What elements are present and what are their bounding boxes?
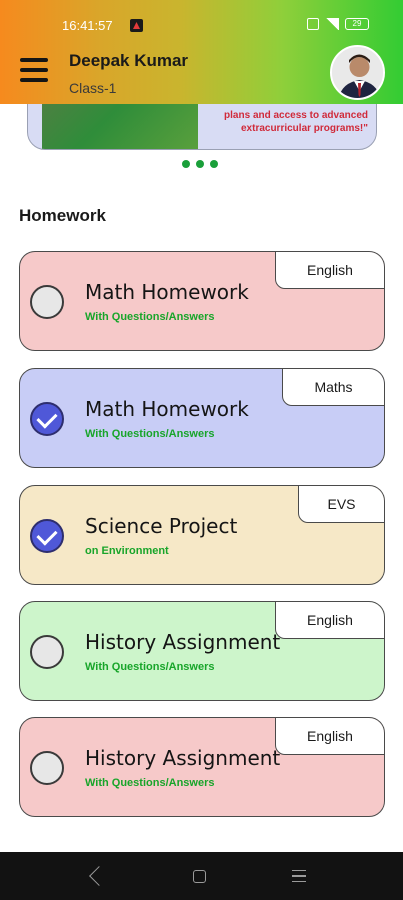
app-header: 16:41:57 29 Deepak Kumar Class-1: [0, 0, 403, 104]
homework-card-5[interactable]: English History Assignment With Question…: [19, 717, 385, 817]
system-icons: 29: [307, 18, 369, 30]
user-avatar[interactable]: [330, 45, 385, 100]
completion-checkbox-checked[interactable]: [30, 402, 64, 436]
homework-card-4[interactable]: English History Assignment With Question…: [19, 601, 385, 701]
completion-checkbox[interactable]: [30, 751, 64, 785]
homework-title: Math Homework: [85, 280, 249, 304]
subject-tag: English: [275, 252, 384, 289]
signal-icon: [325, 18, 339, 30]
hamburger-menu-icon[interactable]: [20, 58, 48, 84]
status-bar: 16:41:57 29: [0, 0, 403, 40]
subject-tag: English: [275, 602, 384, 639]
homework-title: History Assignment: [85, 630, 281, 654]
homework-card-2[interactable]: Maths Math Homework With Questions/Answe…: [19, 368, 385, 468]
recent-apps-icon[interactable]: [292, 870, 306, 882]
system-nav-bar: [0, 852, 403, 900]
completion-checkbox[interactable]: [30, 285, 64, 319]
homework-title: Science Project: [85, 514, 238, 538]
battery-icon: 29: [345, 18, 369, 30]
homework-subtitle: With Questions/Answers: [85, 311, 215, 323]
subject-tag: Maths: [282, 369, 384, 406]
user-name: Deepak Kumar: [69, 51, 189, 70]
status-time: 16:41:57: [62, 18, 113, 33]
homework-title: Math Homework: [85, 397, 249, 421]
home-square-icon[interactable]: [193, 870, 206, 883]
user-class: Class-1: [69, 80, 117, 96]
carousel-dot[interactable]: [210, 160, 218, 168]
homework-card-3[interactable]: EVS Science Project on Environment: [19, 485, 385, 585]
carousel-dot[interactable]: [196, 160, 204, 168]
homework-subtitle: With Questions/Answers: [85, 661, 215, 673]
subject-tag: EVS: [298, 486, 384, 523]
homework-section-title: Homework: [19, 206, 106, 225]
carousel-dot[interactable]: [182, 160, 190, 168]
carousel-dots: [182, 160, 218, 168]
homework-title: History Assignment: [85, 746, 281, 770]
homework-subtitle: With Questions/Answers: [85, 428, 215, 440]
homework-card-1[interactable]: English Math Homework With Questions/Ans…: [19, 251, 385, 351]
completion-checkbox-checked[interactable]: [30, 519, 64, 553]
banner-text: plans and access to advanced extracurric…: [224, 110, 368, 134]
back-triangle-icon[interactable]: [89, 866, 109, 886]
homework-subtitle: With Questions/Answers: [85, 777, 215, 789]
completion-checkbox[interactable]: [30, 635, 64, 669]
homework-subtitle: on Environment: [85, 545, 169, 557]
nfc-icon: [307, 18, 319, 30]
notification-app-icon: [130, 19, 143, 32]
subject-tag: English: [275, 718, 384, 755]
